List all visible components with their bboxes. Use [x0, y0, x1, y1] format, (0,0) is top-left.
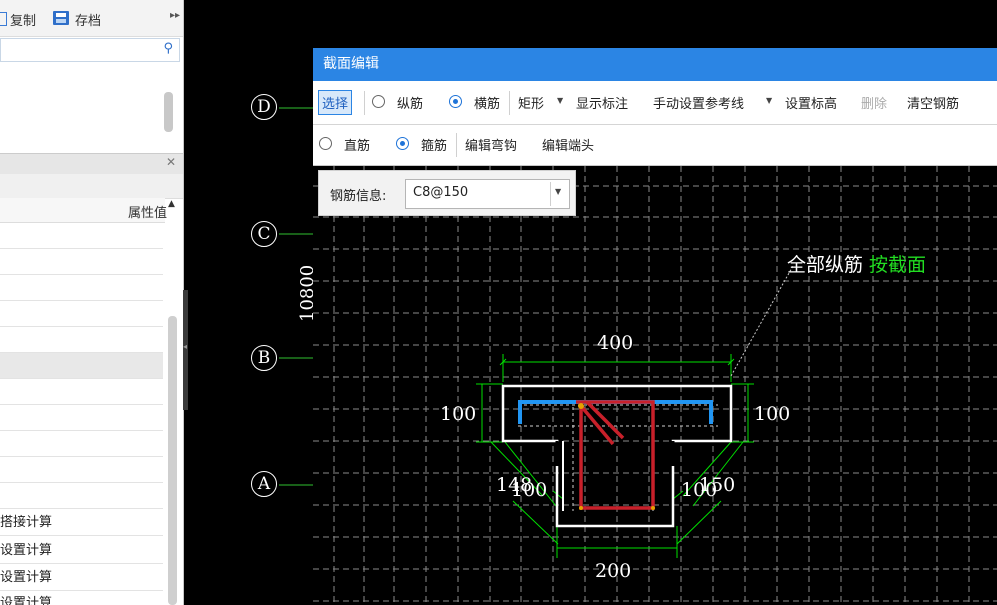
list-item[interactable]: [0, 223, 163, 249]
scroll-up-icon[interactable]: ▲: [168, 199, 175, 209]
select-button[interactable]: 选择: [318, 90, 353, 115]
list-item[interactable]: [0, 483, 163, 509]
axis-label-b: B: [251, 345, 277, 371]
chevron-down-icon[interactable]: ▼: [557, 96, 563, 105]
list-item[interactable]: 设置计算: [0, 591, 163, 605]
straight-label[interactable]: 直筋: [344, 135, 370, 154]
dim-bottom-width: 200: [595, 560, 631, 582]
set-elevation-button[interactable]: 设置标高: [785, 93, 837, 112]
edit-end-button[interactable]: 编辑端头: [542, 135, 594, 154]
rebar-annotation: 全部纵筋 按截面: [787, 254, 926, 276]
dim-left-offset-b: 100: [511, 479, 547, 501]
dim-right-flange: 100: [754, 403, 790, 425]
copy-icon: [0, 12, 7, 26]
toolbar-primary: 选择 纵筋 横筋 矩形 ▼ 显示标注 手动设置参考线 ▼ 设置标高 删除 清空钢…: [313, 81, 997, 125]
chevron-down-icon[interactable]: ▼: [766, 96, 772, 105]
show-label-button[interactable]: 显示标注: [576, 93, 628, 112]
transverse-radio[interactable]: [449, 95, 462, 108]
stirrup-radio[interactable]: [396, 137, 409, 150]
panel-header: ✕: [0, 153, 183, 174]
manual-reference-dropdown[interactable]: 手动设置参考线: [653, 93, 744, 112]
collapse-arrow-icon[interactable]: ◂: [183, 342, 187, 351]
section-canvas[interactable]: 400 100 100 148 100 100 150 200 全部纵筋 按截面: [313, 166, 997, 605]
delete-button[interactable]: 删除: [861, 93, 887, 112]
dimension-lines: [476, 354, 754, 558]
list-item[interactable]: 设置计算: [0, 538, 163, 564]
straight-radio[interactable]: [319, 137, 332, 150]
dialog-title-bar[interactable]: 截面编辑: [313, 48, 997, 81]
rebar-info-panel: 钢筋信息: C8@150 ▼: [318, 170, 576, 216]
dim-top-width: 400: [597, 332, 633, 354]
list-item[interactable]: 设置计算: [0, 565, 163, 591]
separator: [509, 91, 510, 115]
dim-left-flange: 100: [440, 403, 476, 425]
clear-rebar-button[interactable]: 清空钢筋: [907, 93, 959, 112]
stirrup-rebar: [576, 400, 655, 510]
edit-hook-button[interactable]: 编辑弯钩: [465, 135, 517, 154]
separator: [456, 133, 457, 157]
separator: [364, 91, 365, 115]
longitudinal-radio[interactable]: [372, 95, 385, 108]
copy-button[interactable]: 复制: [10, 10, 36, 29]
panel-toolbar: 复制 存档 ▸▸: [0, 0, 183, 37]
transverse-label[interactable]: 横筋: [474, 93, 500, 112]
list-item[interactable]: [0, 431, 163, 457]
rebar-info-select[interactable]: C8@150 ▼: [405, 179, 570, 209]
expand-icon[interactable]: ▸▸: [170, 10, 180, 21]
list-item[interactable]: [0, 379, 163, 405]
longitudinal-label[interactable]: 纵筋: [397, 93, 423, 112]
save-button[interactable]: 存档: [75, 10, 101, 29]
dim-right-offset-b: 150: [699, 474, 735, 496]
property-column-header: 属性值 ▲: [0, 198, 175, 223]
list-item[interactable]: [0, 405, 163, 431]
list-item[interactable]: [0, 327, 163, 353]
list-item[interactable]: [0, 457, 163, 483]
dialog-title: 截面编辑: [323, 56, 379, 72]
scrollbar-thumb[interactable]: [168, 316, 177, 605]
properties-panel: 复制 存档 ▸▸ ⚲ ✕ 属性值 ▲ 搭接计算 设置计算 设置计算 设置计算: [0, 0, 184, 605]
list-item[interactable]: 搭接计算: [0, 510, 163, 536]
column-header-label: 属性值: [128, 206, 168, 221]
scrollbar-thumb[interactable]: [164, 92, 173, 132]
search-icon[interactable]: ⚲: [163, 41, 173, 56]
list-item[interactable]: [0, 301, 163, 327]
axis-label-c: C: [251, 221, 277, 247]
list-item[interactable]: [0, 249, 163, 275]
chevron-down-icon[interactable]: ▼: [555, 187, 561, 196]
rebar-info-label: 钢筋信息:: [330, 189, 387, 204]
rebar-info-value: C8@150: [413, 185, 469, 200]
annotation-all-longitudinal: 全部纵筋: [787, 254, 863, 276]
list-item[interactable]: [0, 353, 163, 379]
list-item[interactable]: [0, 275, 163, 301]
dropdown-divider: [550, 182, 551, 206]
axis-label-d: D: [251, 94, 277, 120]
stirrup-label[interactable]: 箍筋: [421, 135, 447, 154]
toolbar-secondary: 直筋 箍筋 编辑弯钩 编辑端头: [313, 125, 997, 166]
annotation-by-section: 按截面: [869, 254, 926, 276]
close-icon[interactable]: ✕: [166, 155, 176, 169]
search-input[interactable]: ⚲: [0, 38, 180, 62]
section-editor-dialog: 截面编辑 选择 纵筋 横筋 矩形 ▼ 显示标注 手动设置参考线 ▼ 设置标高 删…: [313, 48, 997, 605]
panel-subheader: [0, 174, 183, 199]
axis-label-a: A: [251, 471, 277, 497]
rect-dropdown[interactable]: 矩形: [518, 93, 544, 112]
save-icon: [53, 11, 69, 25]
